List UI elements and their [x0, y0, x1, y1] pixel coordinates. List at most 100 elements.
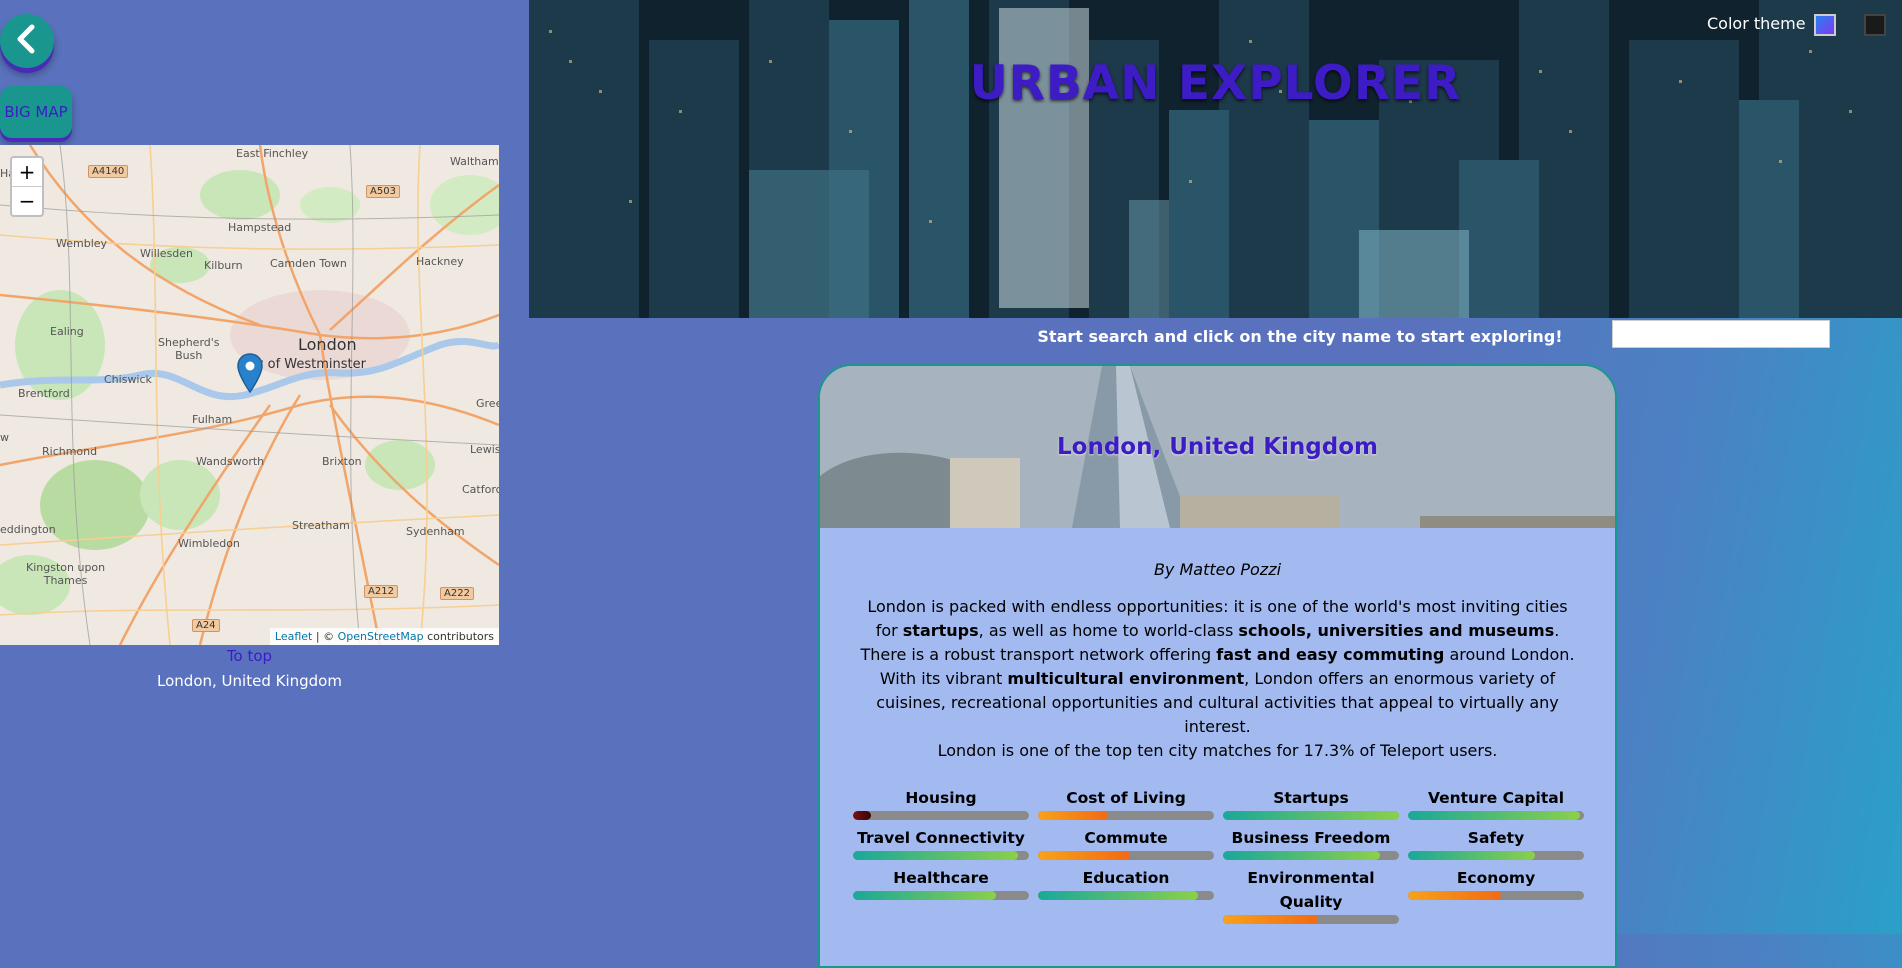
score-bar-fill [1408, 811, 1581, 820]
score-bar-fill [1038, 891, 1199, 900]
map-label-w: w [0, 431, 9, 444]
road-a4140: A4140 [88, 165, 129, 178]
city-summary: London is packed with endless opportunit… [854, 595, 1581, 763]
summary-highlight: schools, universities and museums [1238, 621, 1555, 640]
score-label: Cost of Living [1066, 789, 1186, 807]
score-bar [1038, 891, 1214, 900]
city-banner: London, United Kingdom [820, 366, 1615, 528]
score-item: Housing [853, 786, 1029, 820]
map-label-wandsworth: Wandsworth [196, 455, 265, 468]
score-bar-fill [1038, 811, 1109, 820]
score-item: Education [1038, 866, 1214, 924]
zoom-in-button[interactable]: + [12, 158, 42, 186]
score-item: Economy [1408, 866, 1584, 924]
road-a222: A222 [440, 587, 474, 600]
map-label-teddington: eddington [0, 523, 56, 536]
zoom-control: + − [10, 156, 44, 217]
score-label: Economy [1456, 869, 1536, 887]
score-label: Travel Connectivity [857, 829, 1025, 847]
score-bar [853, 811, 1029, 820]
road-a24: A24 [192, 619, 220, 632]
map-label-lewisham: Lewis [470, 443, 499, 456]
score-bar [1223, 851, 1399, 860]
score-bar-fill [853, 811, 871, 820]
score-bar-fill [1408, 891, 1502, 900]
score-item: Safety [1408, 826, 1584, 860]
to-top-link[interactable]: To top [0, 647, 499, 665]
light-theme-swatch[interactable] [1814, 14, 1836, 36]
score-item: Cost of Living [1038, 786, 1214, 820]
score-label: Education [1082, 869, 1170, 887]
color-theme-label: Color theme [1707, 14, 1806, 33]
map-label-richmond: Richmond [42, 445, 98, 458]
map-label-wimbledon: Wimbledon [178, 537, 240, 550]
score-bar-fill [1223, 851, 1380, 860]
score-bar [1408, 851, 1584, 860]
chevron-left-icon [14, 24, 40, 58]
map-label-hampstead: Hampstead [228, 221, 292, 234]
summary-text: London is packed with endless opportunit… [860, 597, 1574, 736]
score-bar-fill [853, 851, 1019, 860]
dark-theme-swatch[interactable] [1864, 14, 1886, 36]
city-card: London, United Kingdom By Matteo Pozzi L… [818, 364, 1617, 968]
score-label: Safety [1467, 829, 1525, 847]
score-item: Travel Connectivity [853, 826, 1029, 860]
score-bar-fill [1408, 851, 1535, 860]
author: By Matteo Pozzi [1153, 560, 1282, 579]
hero-banner: URBAN EXPLORER [529, 0, 1902, 318]
score-label: Housing [905, 789, 977, 807]
map-label-ealing: Ealing [50, 325, 84, 338]
score-label: Environmental Quality [1247, 869, 1375, 911]
map-label-kilburn: Kilburn [204, 259, 243, 272]
score-grid: Housing Cost of Living Startups Venture Cap… [853, 786, 1589, 924]
score-label: Healthcare [893, 869, 989, 887]
score-item: Business Freedom [1223, 826, 1399, 860]
osm-link[interactable]: OpenStreetMap [338, 630, 424, 643]
score-bar [1408, 811, 1584, 820]
score-item: Environmental Quality [1223, 866, 1399, 924]
map-label-london: London [298, 335, 357, 354]
score-label: Venture Capital [1427, 789, 1565, 807]
city-title: London, United Kingdom [1057, 434, 1378, 460]
score-bar [853, 851, 1029, 860]
map-label-sydenham: Sydenham [406, 525, 465, 538]
attribution-contributors: contributors [423, 630, 494, 643]
leaflet-link[interactable]: Leaflet [275, 630, 312, 643]
score-item: Commute [1038, 826, 1214, 860]
score-bar-fill [1038, 851, 1130, 860]
map-label-chiswick: Chiswick [104, 373, 152, 386]
score-bar [1038, 851, 1214, 860]
map-label-catford: Catford [462, 483, 499, 496]
map-label-willesden: Willesden [140, 247, 194, 260]
map-label-wembley: Wembley [56, 237, 108, 250]
zoom-out-button[interactable]: − [12, 186, 42, 215]
score-bar-fill [1223, 915, 1319, 924]
teleport-line: London is one of the top ten city matche… [937, 741, 1498, 760]
city-search-input[interactable] [1612, 320, 1830, 348]
attribution-separator: | © [312, 630, 338, 643]
location-marker-icon[interactable] [237, 353, 263, 397]
city-map[interactable]: East Finchley Walthams Hampstead Wembley… [0, 145, 499, 645]
map-label-fulham: Fulham [192, 413, 233, 426]
map-label-hackney: Hackney [416, 255, 464, 268]
app-title: URBAN EXPLORER [969, 56, 1462, 111]
score-label: Commute [1084, 829, 1168, 847]
score-bar [853, 891, 1029, 900]
score-item: Healthcare [853, 866, 1029, 924]
back-button[interactable] [0, 14, 54, 68]
score-bar [1223, 915, 1399, 924]
map-label-shepherds-bush: Shepherd's Bush [158, 336, 220, 362]
city-skyline-image [529, 0, 1902, 318]
map-label-streatham: Streatham [292, 519, 350, 532]
road-a503: A503 [366, 185, 400, 198]
score-bar-fill [853, 891, 996, 900]
summary-segment: , as well as home to world-class [978, 621, 1239, 640]
score-item: Startups [1223, 786, 1399, 820]
map-caption: London, United Kingdom [157, 672, 342, 690]
map-label-camden-town: Camden Town [270, 257, 347, 270]
map-label-kingston: Kingston upon Thames [26, 561, 106, 587]
summary-highlight: fast and easy commuting [1216, 645, 1445, 664]
map-label-brentford: Brentford [18, 387, 70, 400]
big-map-button[interactable]: BIG MAP [0, 86, 72, 138]
summary-highlight: multicultural environment [1007, 669, 1245, 688]
